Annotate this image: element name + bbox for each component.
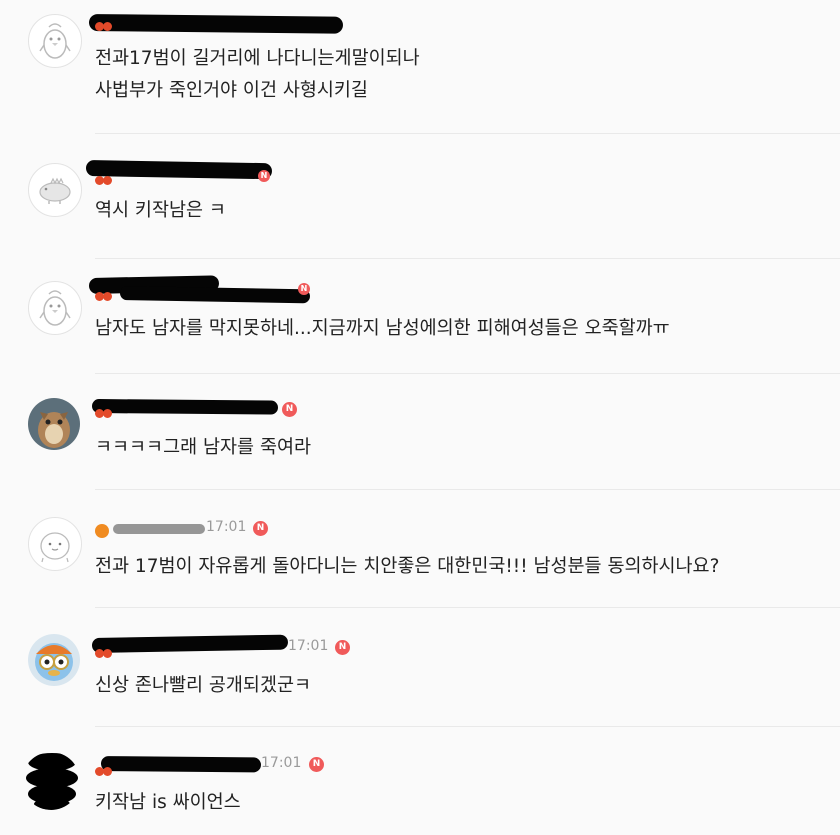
redacted-username [88, 14, 344, 34]
comment-text: 역시 키작남은 ㅋ [95, 195, 226, 227]
comment-text: 전과 17범이 자유롭게 돌아다니는 치안좋은 대한민국!!! 남성분들 동의하… [95, 551, 719, 583]
level-fruit-icon [103, 767, 112, 776]
avatar[interactable] [28, 14, 82, 68]
redacted-username [100, 756, 262, 773]
comment-timestamp: 17:01 [261, 755, 302, 771]
comment-text: 남자도 남자를 막지못하네...지금까지 남성에의한 피해여성들은 오죽할까ㅠ [95, 313, 670, 345]
divider [95, 726, 840, 727]
new-badge: N [298, 283, 310, 295]
new-badge: N [335, 640, 350, 655]
comment-line: 남자도 남자를 막지못하네...지금까지 남성에의한 피해여성들은 오죽할까ㅠ [95, 318, 670, 339]
new-badge: N [309, 757, 324, 772]
redacted-username [119, 286, 311, 304]
divider [95, 133, 840, 134]
dinosaur-icon [39, 177, 71, 204]
avatar[interactable] [22, 752, 80, 810]
comment-timestamp: 17:01 [288, 638, 329, 654]
avatar[interactable] [28, 398, 80, 450]
divider [95, 607, 840, 608]
avatar[interactable] [28, 634, 80, 686]
comment-line: 키작남 is 싸이언스 [95, 792, 241, 813]
level-fruit-icon [103, 649, 112, 658]
comment-text: 신상 존나빨리 공개되겠군ㅋ [95, 670, 311, 702]
redacted-username [85, 160, 273, 180]
squirrel-photo-icon [28, 398, 80, 450]
comment-line: 전과17범이 길거리에 나다니는게말이되나 [95, 48, 420, 69]
comment-line: 역시 키작남은 ㅋ [95, 200, 226, 221]
redacted-username [91, 399, 279, 415]
comment-line: 사법부가 죽인거야 이건 사형시키길 [95, 80, 368, 101]
comment-line: 신상 존나빨리 공개되겠군ㅋ [95, 675, 312, 696]
level-fruit-icon [103, 176, 112, 185]
level-fruit-icon [103, 292, 112, 301]
penguin-icon [39, 23, 71, 59]
pororo-photo-icon [28, 634, 80, 686]
divider [95, 258, 840, 259]
comment-text: 키작남 is 싸이언스 [95, 787, 241, 819]
new-badge: N [282, 402, 297, 417]
avatar[interactable] [28, 163, 82, 217]
level-fruit-icon [103, 22, 112, 31]
comment-line: 전과 17범이 자유롭게 돌아다니는 치안좋은 대한민국!!! 남성분들 동의하… [95, 556, 720, 577]
avatar[interactable] [28, 281, 82, 335]
avatar[interactable] [28, 517, 82, 571]
divider [95, 489, 840, 490]
redacted-username [113, 524, 205, 534]
level-fruit-icon [103, 409, 112, 418]
comment-text: ㅋㅋㅋㅋ그래 남자를 죽여라 [95, 432, 311, 464]
level-fruit-icon [95, 524, 109, 538]
blob-icon [40, 532, 70, 563]
comment-text: 전과17범이 길거리에 나다니는게말이되나 사법부가 죽인거야 이건 사형시키길 [95, 43, 420, 107]
redacted-avatar-icon [26, 753, 78, 810]
new-badge: N [253, 521, 268, 536]
divider [95, 373, 840, 374]
comment-line: ㅋㅋㅋㅋ그래 남자를 죽여라 [95, 437, 312, 458]
comment-timestamp: 17:01 [206, 519, 247, 535]
redacted-username [91, 634, 289, 653]
new-badge: N [258, 170, 270, 182]
penguin-icon [39, 290, 71, 326]
